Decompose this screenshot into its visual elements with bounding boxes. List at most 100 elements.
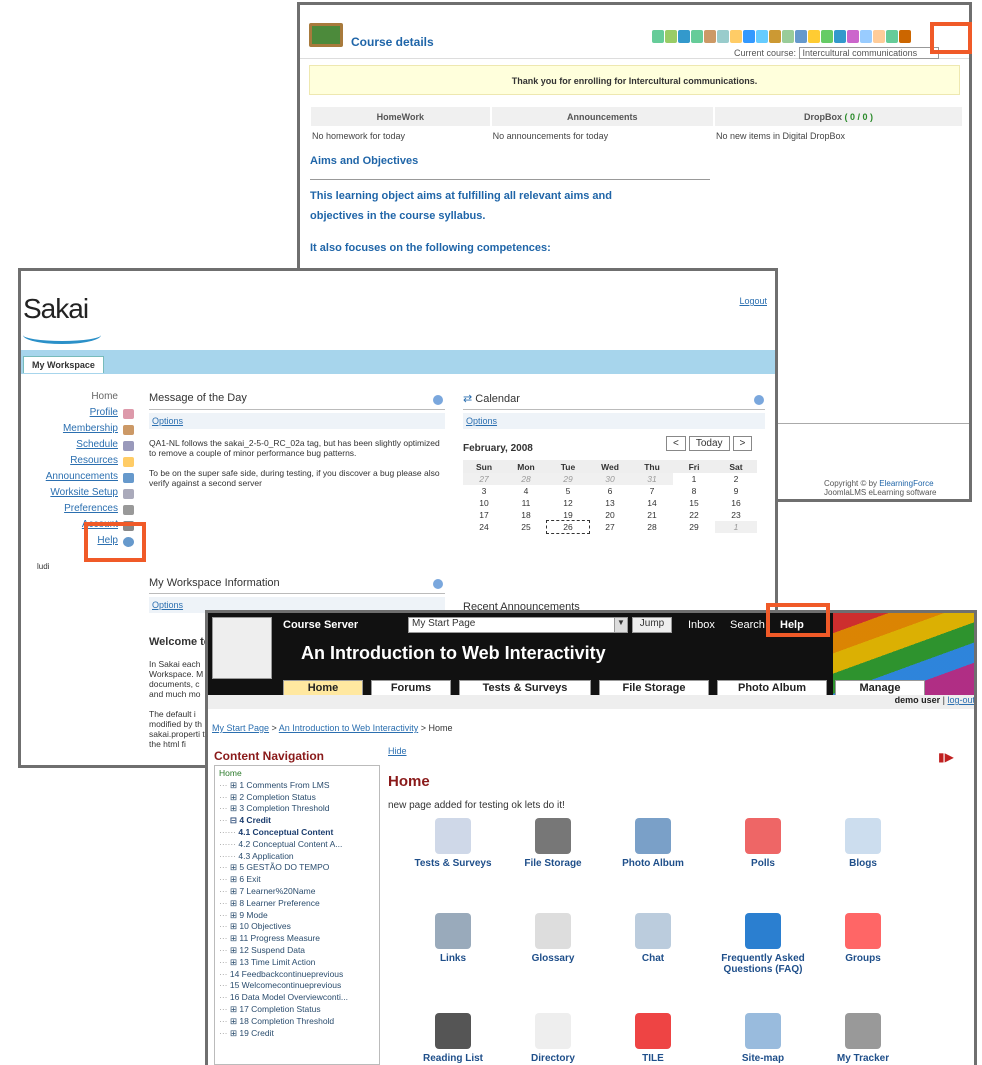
tool-photo-album[interactable]: Photo Album <box>608 818 698 869</box>
motd-options-link[interactable]: Options <box>149 413 445 429</box>
tree-item[interactable]: ··· ⊞ 6 Exit <box>219 874 375 886</box>
calendar-day[interactable]: 24 <box>463 521 505 533</box>
tab-manage[interactable]: Manage <box>835 680 925 695</box>
tool-icon[interactable] <box>691 30 703 43</box>
logout-link[interactable]: log-out <box>947 695 974 705</box>
tab-my-workspace[interactable]: My Workspace <box>23 356 104 373</box>
nav-label[interactable]: Announcements <box>46 471 118 482</box>
calendar-day[interactable]: 17 <box>463 509 505 521</box>
tree-item[interactable]: ··· ⊞ 10 Objectives <box>219 921 375 933</box>
tree-item[interactable]: ··· ⊟ 4 Credit <box>219 815 375 827</box>
help-icon[interactable] <box>433 395 443 405</box>
calendar-day[interactable]: 15 <box>673 497 715 509</box>
tree-item[interactable]: ··· ⊞ 7 Learner%20Name <box>219 886 375 898</box>
tab-file-storage[interactable]: File Storage <box>599 680 709 695</box>
calendar-day[interactable]: 30 <box>589 473 631 485</box>
tree-item[interactable]: ··· ⊞ 11 Progress Measure <box>219 933 375 945</box>
calendar-day[interactable]: 31 <box>631 473 673 485</box>
tool-icon[interactable] <box>665 30 677 43</box>
tool-tile[interactable]: TILE <box>608 1013 698 1064</box>
nav-label[interactable]: Resources <box>70 455 118 466</box>
nav-item-worksite-setup[interactable]: Worksite Setup <box>21 487 136 503</box>
tool-icon[interactable] <box>756 30 768 43</box>
tool-icon[interactable] <box>821 30 833 43</box>
tree-item[interactable]: ··· ⊞ 9 Mode <box>219 910 375 922</box>
calendar-day[interactable]: 25 <box>505 521 547 533</box>
breadcrumb-start[interactable]: My Start Page <box>212 723 269 733</box>
nav-item-profile[interactable]: Profile <box>21 407 136 423</box>
tree-item[interactable]: ··· ⊞ 5 GESTÃO DO TEMPO <box>219 862 375 874</box>
tool-my-tracker[interactable]: My Tracker <box>818 1013 908 1064</box>
calendar-day[interactable]: 29 <box>547 473 589 485</box>
tool-icon[interactable] <box>743 30 755 43</box>
calendar-day[interactable]: 3 <box>463 485 505 497</box>
nav-label[interactable]: Membership <box>63 423 118 434</box>
next-month-button[interactable]: > <box>732 436 753 451</box>
tree-item[interactable]: ··· ⊞ 19 Credit <box>219 1028 375 1040</box>
calendar-day[interactable]: 4 <box>505 485 547 497</box>
tool-icon[interactable] <box>899 30 911 43</box>
tree-item[interactable]: ··· ⊞ 1 Comments From LMS <box>219 780 375 792</box>
tool-frequently-asked-questions-faq[interactable]: Frequently Asked Questions (FAQ) <box>718 913 808 975</box>
nav-label[interactable]: Schedule <box>76 439 118 450</box>
tool-icon[interactable] <box>678 30 690 43</box>
tool-icon[interactable] <box>808 30 820 43</box>
tab-home[interactable]: Home <box>283 680 363 695</box>
tree-item[interactable]: ······ 4.3 Application <box>219 851 375 863</box>
tool-directory[interactable]: Directory <box>508 1013 598 1064</box>
search-link[interactable]: Search <box>730 619 765 631</box>
tab-tests-surveys[interactable]: Tests & Surveys <box>459 680 591 695</box>
inbox-link[interactable]: Inbox <box>688 619 715 631</box>
tool-icon[interactable] <box>717 30 729 43</box>
calendar-day[interactable]: 20 <box>589 509 631 521</box>
tool-icon[interactable] <box>873 30 885 43</box>
elearningforce-link[interactable]: ElearningForce <box>879 479 933 488</box>
calendar-day[interactable]: 1 <box>673 473 715 485</box>
nav-item-resources[interactable]: Resources <box>21 455 136 471</box>
calendar-day[interactable]: 26 <box>546 520 590 534</box>
tree-item[interactable]: ······ 4.1 Conceptual Content <box>219 827 375 839</box>
tool-chat[interactable]: Chat <box>608 913 698 964</box>
calendar-day[interactable]: 23 <box>715 509 757 521</box>
calendar-day[interactable]: 14 <box>631 497 673 509</box>
tool-tests-surveys[interactable]: Tests & Surveys <box>408 818 498 869</box>
nav-label[interactable]: Profile <box>90 407 118 418</box>
tool-icon[interactable] <box>834 30 846 43</box>
calendar-day[interactable]: 18 <box>505 509 547 521</box>
tree-item[interactable]: ··· ⊞ 12 Suspend Data <box>219 945 375 957</box>
nav-item-announcements[interactable]: Announcements <box>21 471 136 487</box>
tree-item[interactable]: ··· ⊞ 13 Time Limit Action <box>219 957 375 969</box>
calendar-day[interactable]: 5 <box>547 485 589 497</box>
tree-item[interactable]: ······ 4.2 Conceptual Content A... <box>219 839 375 851</box>
calendar-day[interactable]: 27 <box>463 473 505 485</box>
today-button[interactable]: Today <box>688 436 730 451</box>
calendar-day[interactable]: 9 <box>715 485 757 497</box>
tree-item[interactable]: ··· ⊞ 2 Completion Status <box>219 792 375 804</box>
tree-item[interactable]: ··· 15 Welcomecontinueprevious <box>219 980 375 992</box>
help-icon[interactable] <box>433 579 443 589</box>
tool-icon[interactable] <box>886 30 898 43</box>
tool-file-storage[interactable]: File Storage <box>508 818 598 869</box>
calendar-day[interactable]: 21 <box>631 509 673 521</box>
collapse-arrow-icon[interactable]: ▮▶ <box>938 750 954 764</box>
calendar-day[interactable]: 19 <box>547 509 589 521</box>
tool-icon[interactable] <box>847 30 859 43</box>
calendar-day[interactable]: 28 <box>505 473 547 485</box>
tree-item[interactable]: Home <box>219 768 375 780</box>
calendar-day[interactable]: 10 <box>463 497 505 509</box>
current-course-select[interactable]: Intercultural communications <box>798 47 939 59</box>
tool-icon[interactable] <box>730 30 742 43</box>
tool-icon[interactable] <box>782 30 794 43</box>
calendar-day[interactable]: 8 <box>673 485 715 497</box>
nav-label[interactable]: Preferences <box>64 503 118 514</box>
tree-item[interactable]: ··· ⊞ 18 Completion Threshold <box>219 1016 375 1028</box>
tool-icon[interactable] <box>795 30 807 43</box>
jump-button[interactable]: Jump <box>632 617 672 633</box>
calendar-day[interactable]: 6 <box>589 485 631 497</box>
tree-item[interactable]: ··· ⊞ 8 Learner Preference <box>219 898 375 910</box>
calendar-day[interactable]: 11 <box>505 497 547 509</box>
nav-item-membership[interactable]: Membership <box>21 423 136 439</box>
site-select[interactable]: My Start Page ▼ <box>408 617 628 633</box>
help-icon[interactable] <box>754 395 764 405</box>
nav-label[interactable]: Worksite Setup <box>50 487 118 498</box>
